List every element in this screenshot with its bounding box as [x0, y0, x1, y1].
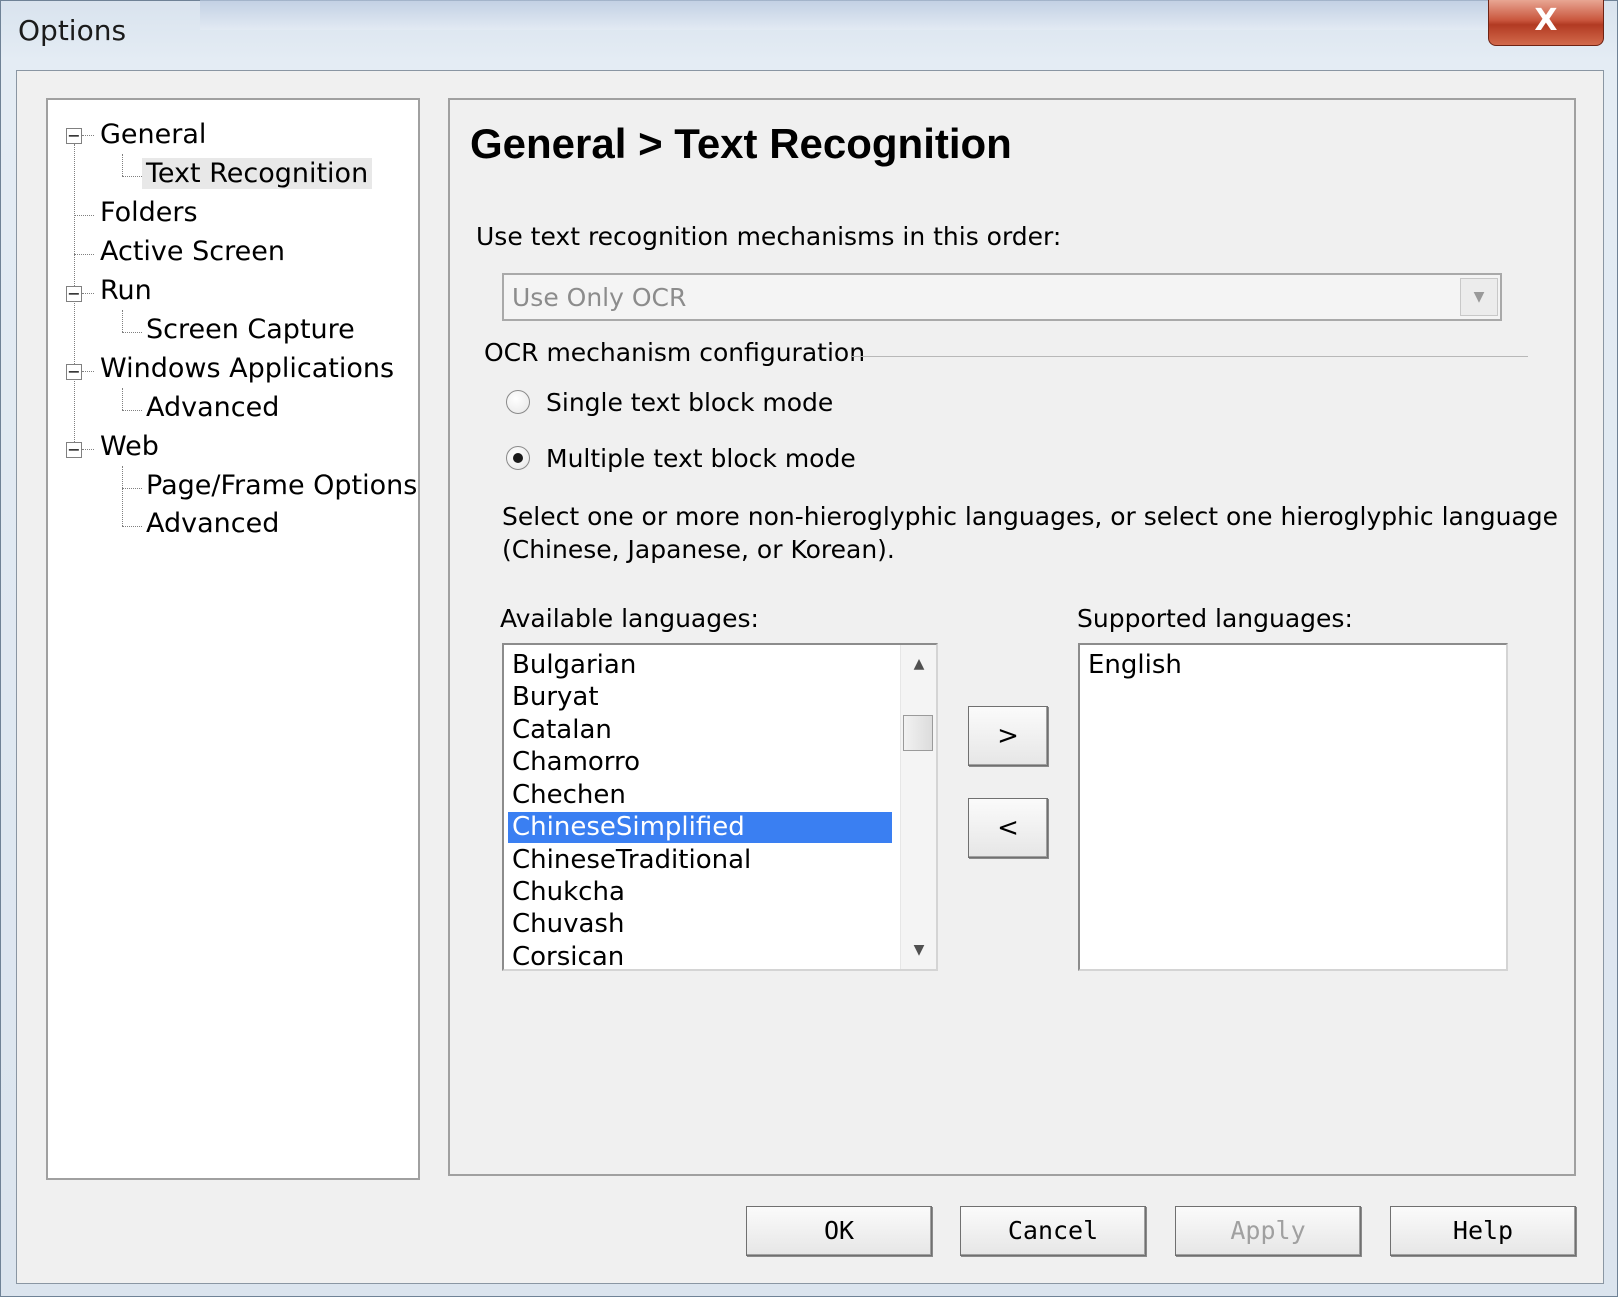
tree-item-label: Folders — [100, 197, 198, 228]
tree-item-label: Windows Applications — [100, 353, 395, 384]
tree-item-page-frame-options[interactable]: Page/Frame Options — [146, 469, 417, 503]
add-language-button[interactable]: > — [968, 706, 1048, 766]
list-item-selected[interactable]: ChineseSimplified — [508, 812, 892, 843]
recognition-order-select[interactable]: Use Only OCR ▼ — [502, 273, 1502, 321]
group-divider — [852, 356, 1528, 357]
collapse-icon[interactable]: − — [66, 364, 82, 380]
tree-item-windows-applications[interactable]: Windows Applications — [100, 352, 394, 386]
tree-connector — [122, 310, 123, 332]
apply-button[interactable]: Apply — [1175, 1206, 1361, 1256]
recognition-order-value: Use Only OCR — [512, 283, 687, 312]
tree-connector — [122, 176, 142, 177]
list-item[interactable]: Buryat — [508, 682, 599, 713]
tree-item-text-recognition[interactable]: Text Recognition — [142, 157, 373, 191]
tree-item-label: Active Screen — [100, 236, 285, 267]
single-mode-label[interactable]: Single text block mode — [546, 388, 833, 417]
tree-item-folders[interactable]: Folders — [100, 196, 198, 230]
list-item[interactable]: Chukcha — [508, 877, 625, 908]
ok-button[interactable]: OK — [746, 1206, 932, 1256]
tree-connector — [82, 371, 94, 372]
tree-connector — [122, 526, 142, 527]
remove-language-button[interactable]: < — [968, 798, 1048, 858]
list-item[interactable]: ChineseTraditional — [508, 845, 751, 876]
instructions-line-2: (Chinese, Japanese, or Korean). — [502, 535, 895, 564]
cancel-button[interactable]: Cancel — [960, 1206, 1146, 1256]
collapse-icon[interactable]: − — [66, 286, 82, 302]
tree-item-web[interactable]: Web — [100, 430, 159, 464]
tree-item-active-screen[interactable]: Active Screen — [100, 235, 285, 269]
list-item[interactable]: Chamorro — [508, 747, 640, 778]
multiple-mode-radio[interactable] — [506, 446, 530, 470]
tree-item-label: Web — [100, 431, 159, 462]
page-title: General > Text Recognition — [470, 120, 1012, 167]
single-mode-radio[interactable] — [506, 390, 530, 414]
tree-item-label: Advanced — [146, 392, 280, 423]
tree-connector — [122, 388, 123, 410]
tree-connector — [122, 154, 123, 176]
tree-item-label: General — [100, 119, 207, 150]
instructions-line-1: Select one or more non-hieroglyphic lang… — [502, 502, 1559, 531]
tree-item-advanced-web[interactable]: Advanced — [146, 507, 279, 541]
tree-item-screen-capture[interactable]: Screen Capture — [146, 313, 355, 347]
radio-checked-icon — [513, 453, 523, 463]
list-item[interactable]: Chuvash — [508, 909, 624, 940]
tree-item-label: Advanced — [146, 508, 280, 539]
settings-panel — [448, 98, 1576, 1176]
tree-item-run[interactable]: Run — [100, 274, 152, 308]
tree-connector — [74, 254, 94, 255]
title-bar-glass — [200, 0, 1500, 30]
scrollbar[interactable]: ▲ ▼ — [900, 645, 936, 969]
tree-connector — [122, 410, 142, 411]
tree-item-general[interactable]: General — [100, 118, 206, 152]
tree-connector — [122, 488, 142, 489]
tree-connector — [74, 215, 94, 216]
tree-connector — [122, 332, 142, 333]
collapse-icon[interactable]: − — [66, 128, 82, 144]
list-item[interactable]: Bulgarian — [508, 650, 636, 681]
close-button[interactable]: X — [1488, 0, 1604, 46]
order-label: Use text recognition mechanisms in this … — [476, 222, 1062, 251]
scroll-down-icon[interactable]: ▼ — [901, 935, 936, 965]
list-item[interactable]: English — [1084, 650, 1182, 681]
list-item[interactable]: Catalan — [508, 715, 612, 746]
list-item[interactable]: Corsican — [508, 942, 624, 969]
tree-item-label: Screen Capture — [146, 314, 355, 345]
available-languages-label: Available languages: — [500, 604, 759, 633]
options-tree: − − − − General Text Recognition Folders… — [46, 98, 420, 1180]
tree-item-advanced-windows[interactable]: Advanced — [146, 391, 279, 425]
window-title: Options — [18, 14, 127, 47]
tree-connector — [82, 293, 94, 294]
chevron-down-icon[interactable]: ▼ — [1460, 278, 1498, 316]
supported-languages-list[interactable]: English — [1078, 643, 1508, 971]
tree-connector — [122, 466, 123, 526]
help-button[interactable]: Help — [1390, 1206, 1576, 1256]
multiple-mode-label[interactable]: Multiple text block mode — [546, 444, 856, 473]
tree-item-label: Page/Frame Options — [146, 470, 418, 501]
scroll-up-icon[interactable]: ▲ — [901, 649, 936, 679]
collapse-icon[interactable]: − — [66, 442, 82, 458]
tree-connector — [82, 135, 94, 136]
tree-item-label: Text Recognition — [142, 158, 373, 189]
supported-languages-label: Supported languages: — [1077, 604, 1353, 633]
tree-connector — [82, 449, 94, 450]
list-item[interactable]: Chechen — [508, 780, 626, 811]
ocr-group-label: OCR mechanism configuration — [484, 338, 866, 367]
scroll-thumb[interactable] — [903, 715, 933, 751]
available-languages-list[interactable]: Bulgarian Buryat Catalan Chamorro Cheche… — [502, 643, 938, 971]
tree-item-label: Run — [100, 275, 152, 306]
